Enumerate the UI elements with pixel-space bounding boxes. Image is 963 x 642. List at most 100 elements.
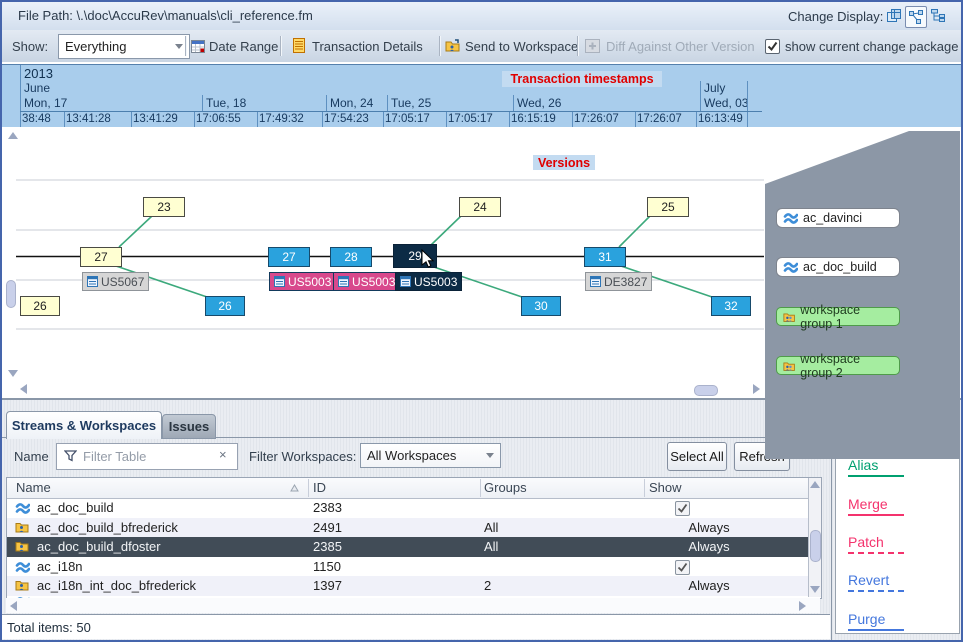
date-range-icon xyxy=(191,39,205,53)
show-checked-icon[interactable] xyxy=(675,560,690,575)
scrollbar-thumb[interactable] xyxy=(810,530,821,562)
timeline-day: Mon, 24 xyxy=(330,96,373,110)
table-row[interactable]: ac_i18n_int_doc_bfrederick 1397 2 Always xyxy=(7,576,808,596)
layered-tables-icon xyxy=(886,8,902,24)
column-header-groups[interactable]: Groups xyxy=(484,480,527,495)
version-node[interactable]: 23 xyxy=(143,197,185,217)
table-row[interactable]: ac_doc_build_bfrederick 2491 All Always xyxy=(7,518,808,538)
version-node[interactable]: 30 xyxy=(521,296,561,316)
scroll-up-arrow[interactable] xyxy=(8,132,18,139)
funnel-icon xyxy=(64,450,77,462)
cell-id: 1397 xyxy=(313,578,342,593)
scroll-down-arrow[interactable] xyxy=(8,370,18,377)
legend-purge-line xyxy=(848,629,904,631)
show-checked-icon[interactable] xyxy=(675,501,690,516)
toolbar-separator xyxy=(577,36,578,56)
legend-patch-line xyxy=(848,552,904,554)
issue-tag[interactable]: US5003 xyxy=(269,272,336,291)
timeline-time: 16:15:19 xyxy=(511,113,556,125)
transaction-timestamps-annotation: Transaction timestamps xyxy=(502,71,662,87)
table-header[interactable]: Name ID Groups Show xyxy=(7,478,821,499)
scroll-right-arrow[interactable] xyxy=(753,384,760,394)
timeline-day: Mon, 17 xyxy=(24,96,67,110)
table-row[interactable]: ac_i18n 1150 xyxy=(7,557,808,577)
scroll-left-arrow[interactable] xyxy=(20,384,27,394)
cell-name: ac_doc_build xyxy=(37,500,114,515)
tab-streams-workspaces[interactable]: Streams & Workspaces xyxy=(6,411,162,439)
timeline-day: Tue, 25 xyxy=(391,96,431,110)
scroll-left-arrow[interactable] xyxy=(10,601,17,611)
cell-show: Always xyxy=(649,539,769,554)
table-vertical-scrollbar[interactable] xyxy=(808,478,822,597)
issue-tag[interactable]: US5067 xyxy=(82,272,149,291)
issue-tag[interactable]: US5003 xyxy=(333,272,400,291)
table-row-selected[interactable]: ac_doc_build_dfoster 2385 All Always xyxy=(7,537,808,557)
version-node[interactable]: 25 xyxy=(647,197,689,217)
version-node[interactable]: 26 xyxy=(20,296,60,316)
version-node[interactable]: 28 xyxy=(330,247,372,267)
filter-workspaces-label: Filter Workspaces: xyxy=(249,449,356,464)
display-mode-version-graph-button[interactable] xyxy=(905,6,927,28)
cell-groups: All xyxy=(484,520,498,535)
scroll-right-arrow[interactable] xyxy=(799,601,806,611)
issue-icon xyxy=(400,276,411,287)
send-to-workspace-button[interactable]: Send to Workspace xyxy=(465,39,578,54)
toolbar-separator xyxy=(185,36,186,56)
version-node[interactable]: 32 xyxy=(711,296,751,316)
cell-name: ac_i18n xyxy=(37,559,83,574)
version-browse-window: File Path: \.\doc\AccuRev\manuals\cli_re… xyxy=(0,0,963,642)
issue-tag[interactable]: US5003 xyxy=(395,272,462,291)
clear-filter-icon[interactable]: × xyxy=(219,447,227,462)
version-node[interactable]: 31 xyxy=(584,247,626,267)
display-mode-table-button[interactable] xyxy=(884,6,904,26)
sidebar-workspace-group-item[interactable]: workspace group 2 xyxy=(776,356,900,375)
version-graph-icon xyxy=(908,9,924,25)
display-mode-stream-tree-button[interactable] xyxy=(928,6,948,26)
sort-ascending-icon xyxy=(290,484,299,492)
workspaces-filter-dropdown[interactable]: All Workspaces xyxy=(360,443,501,468)
version-node[interactable]: 27 xyxy=(80,247,122,267)
version-node[interactable]: 24 xyxy=(459,197,501,217)
show-filter-value: Everything xyxy=(65,39,126,54)
horizontal-scrollbar-thumb[interactable] xyxy=(694,385,718,396)
timeline-separator xyxy=(20,65,21,128)
vertical-scrollbar-thumb[interactable] xyxy=(6,280,16,308)
cell-show: Always xyxy=(649,578,769,593)
column-header-id[interactable]: ID xyxy=(313,480,326,495)
table-row[interactable]: ac_doc_build 2383 xyxy=(7,498,808,518)
send-to-workspace-icon xyxy=(445,39,460,52)
timeline-time: 17:54:23 xyxy=(324,113,369,125)
timeline-day: Tue, 18 xyxy=(206,96,246,110)
chevron-down-icon xyxy=(486,453,494,458)
issue-tag[interactable]: DE3827 xyxy=(585,272,652,291)
file-path-bar: File Path: \.\doc\AccuRev\manuals\cli_re… xyxy=(2,2,961,31)
timeline-time: 17:26:07 xyxy=(637,113,682,125)
streams-table: Name ID Groups Show ac_doc_build 2383 ac… xyxy=(6,477,822,599)
workspace-group-icon xyxy=(783,311,795,323)
table-horizontal-scrollbar[interactable] xyxy=(6,598,820,613)
cell-name: ac_doc_build_bfrederick xyxy=(37,520,178,535)
sidebar-stream-item[interactable]: ac_davinci xyxy=(776,208,900,228)
date-range-button[interactable]: Date Range xyxy=(209,39,278,54)
version-node[interactable]: 26 xyxy=(205,296,245,316)
column-header-show[interactable]: Show xyxy=(649,480,682,495)
diff-icon xyxy=(585,39,600,53)
scroll-up-arrow[interactable] xyxy=(810,481,820,488)
transaction-details-button[interactable]: Transaction Details xyxy=(312,39,423,54)
timeline-time: 16:13:49 xyxy=(698,113,743,125)
column-header-name[interactable]: Name xyxy=(16,480,51,495)
show-filter-dropdown[interactable]: Everything xyxy=(58,34,190,59)
filter-table-input[interactable] xyxy=(81,446,215,467)
sidebar-workspace-group-item[interactable]: workspace group 1 xyxy=(776,307,900,326)
tab-issues[interactable]: Issues xyxy=(162,414,216,439)
stream-icon xyxy=(783,261,798,274)
select-all-button[interactable]: Select All xyxy=(667,442,727,471)
workspace-icon xyxy=(15,521,29,533)
sidebar-stream-item[interactable]: ac_doc_build xyxy=(776,257,900,277)
timeline-day: Wed, 03 xyxy=(704,96,748,110)
timeline-month: June xyxy=(24,81,50,95)
scroll-down-arrow[interactable] xyxy=(810,586,820,593)
change-package-checkbox[interactable] xyxy=(765,39,780,54)
workspace-icon xyxy=(15,540,29,552)
version-node[interactable]: 27 xyxy=(268,247,310,267)
